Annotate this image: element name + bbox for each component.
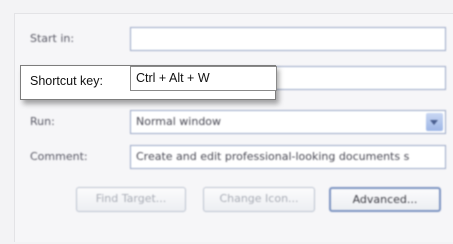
run-select[interactable]: Normal window [130,110,446,134]
shortcut-key-value: Ctrl + Alt + W [136,71,210,85]
start-in-label: Start in: [30,32,75,45]
find-target-button[interactable]: Find Target... [76,187,186,212]
run-label: Run: [30,115,55,128]
comment-field[interactable]: Create and edit professional-looking doc… [130,145,446,169]
shortcut-key-label: Shortcut key: [30,74,103,88]
comment-value: Create and edit professional-looking doc… [136,150,410,163]
change-icon-button[interactable]: Change Icon... [203,187,315,212]
advanced-button[interactable]: Advanced... [329,187,441,212]
start-in-field[interactable] [130,27,446,51]
shortcut-key-input[interactable]: Ctrl + Alt + W [130,66,277,91]
run-value: Normal window [136,115,222,128]
comment-label: Comment: [30,150,88,163]
chevron-down-icon[interactable] [426,113,443,131]
shortcut-key-magnifier: Shortcut key: Ctrl + Alt + W [20,65,277,100]
